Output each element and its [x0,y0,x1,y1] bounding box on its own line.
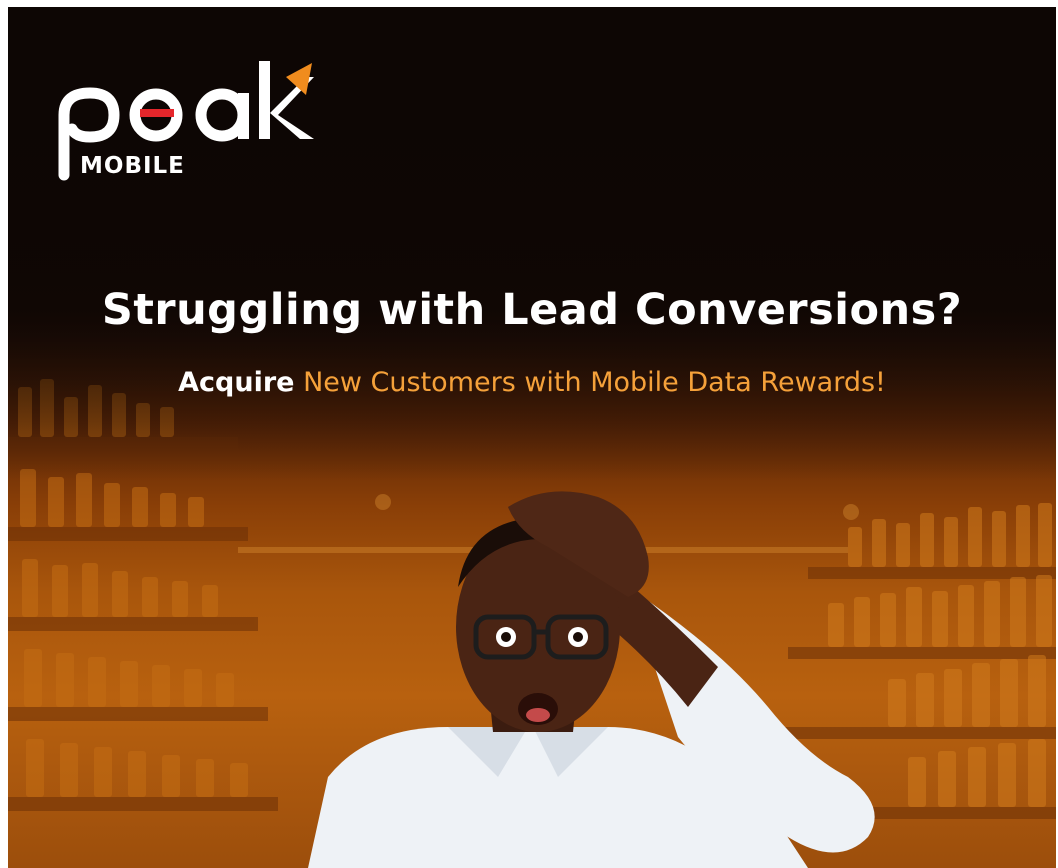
subheadline: Acquire New Customers with Mobile Data R… [8,367,1056,398]
subhead-strong: Acquire [178,367,295,398]
promo-banner: MOBILE Struggling with Lead Conversions?… [8,7,1056,868]
page-title: Struggling with Lead Conversions? [101,285,963,335]
surprised-man-image [308,491,875,868]
subhead-accent: New Customers with Mobile Data Rewards! [303,367,886,398]
logo-subtext: MOBILE [80,153,185,179]
